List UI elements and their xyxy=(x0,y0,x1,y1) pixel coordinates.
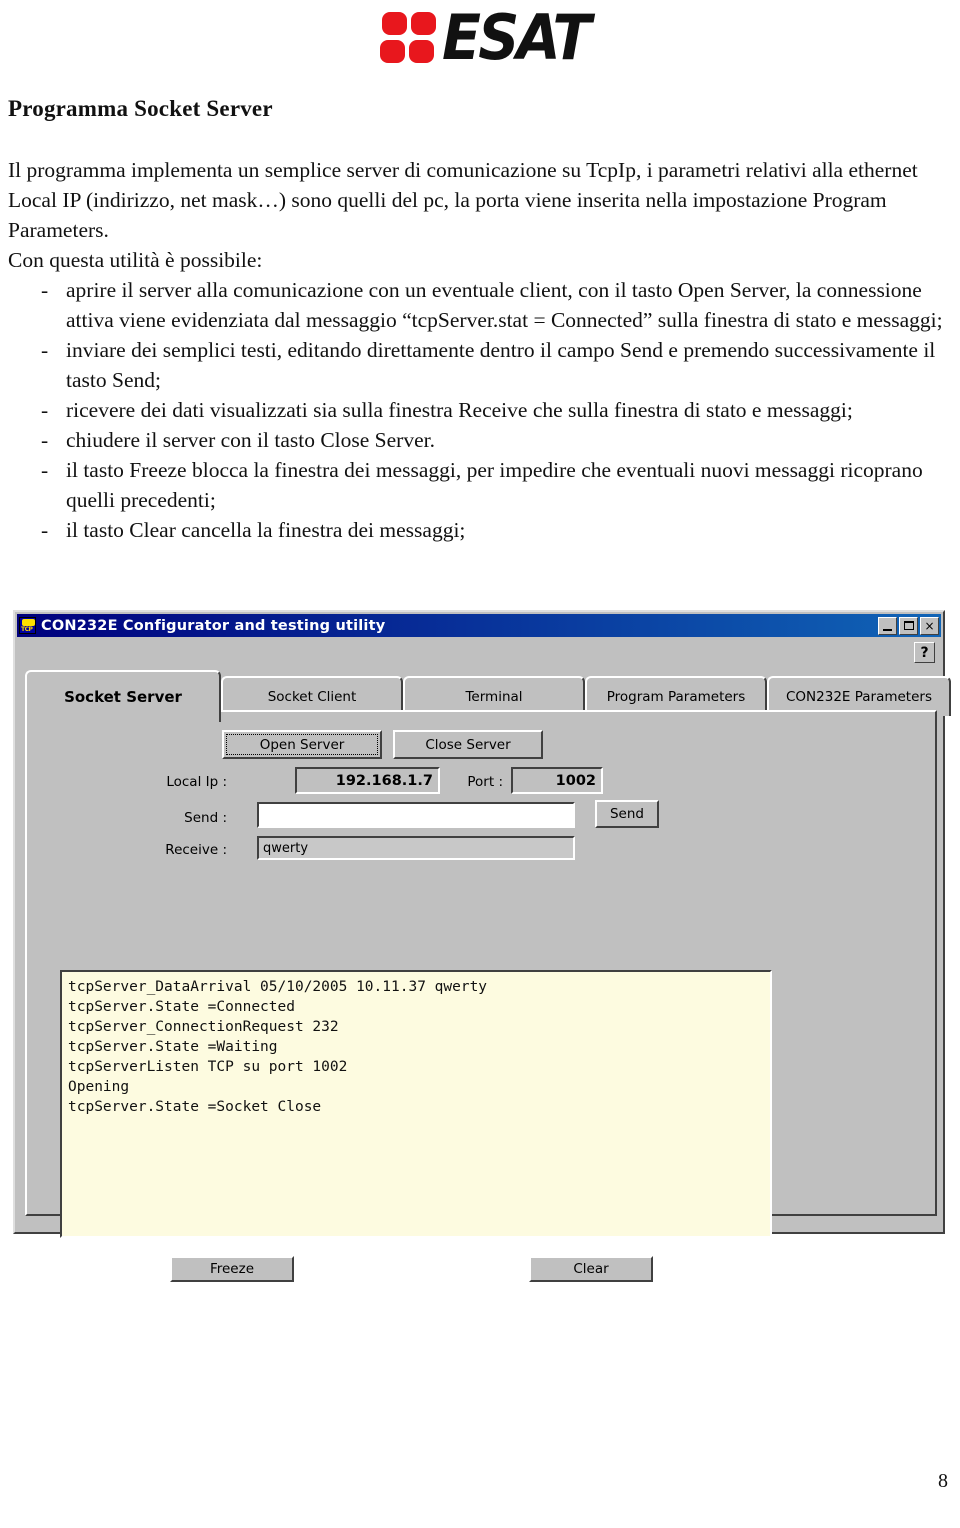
esat-logo: ESAT xyxy=(380,4,620,72)
close-server-button[interactable]: Close Server xyxy=(393,730,543,759)
list-item: - il tasto Freeze blocca la finestra dei … xyxy=(8,455,952,515)
local-ip-label: Local Ip : xyxy=(166,774,227,790)
port-label: Port : xyxy=(467,774,503,790)
intro-paragraph: Il programma implementa un semplice serv… xyxy=(8,158,918,242)
socket-server-panel: Open Server Close Server Local Ip : 192.… xyxy=(25,710,937,1282)
close-glyph: × xyxy=(924,618,935,633)
bullet-marker: - xyxy=(41,338,49,362)
window-controls: × xyxy=(878,616,939,635)
list-item: - inviare dei semplici testi, editando di… xyxy=(8,335,952,395)
maximize-button[interactable] xyxy=(899,616,918,635)
list-item: - il tasto Clear cancella la finestra dei… xyxy=(8,515,952,545)
clear-button[interactable]: Clear xyxy=(529,1256,653,1282)
open-server-button[interactable]: Open Server xyxy=(222,730,382,759)
list-item: - aprire il server alla comunicazione con… xyxy=(8,275,952,335)
page-root: ESAT Programma Socket Server Il programm… xyxy=(0,0,960,1528)
receive-label: Receive : xyxy=(165,842,227,858)
send-label: Send : xyxy=(184,810,227,826)
window-titlebar[interactable]: TCP CON232E Configurator and testing uti… xyxy=(17,614,941,637)
list-item-text: inviare dei semplici testi, editando dir… xyxy=(66,338,936,392)
list-item: - chiudere il server con il tasto Close S… xyxy=(8,425,952,455)
application-window: TCP CON232E Configurator and testing uti… xyxy=(13,610,951,1282)
logo-squares-icon xyxy=(380,12,438,64)
list-item-text: aprire il server alla comunicazione con … xyxy=(66,278,943,332)
page-number: 8 xyxy=(938,1470,948,1492)
local-ip-value: 192.168.1.7 xyxy=(295,767,440,794)
list-item-text: chiudere il server con il tasto Close Se… xyxy=(66,428,435,452)
send-input[interactable] xyxy=(257,802,575,828)
list-item-text: il tasto Freeze blocca la finestra dei m… xyxy=(66,458,923,512)
bullet-marker: - xyxy=(41,518,49,542)
freeze-button[interactable]: Freeze xyxy=(170,1256,294,1282)
bullet-marker: - xyxy=(41,458,49,482)
tcp-app-icon: TCP xyxy=(19,617,36,634)
bullet-marker: - xyxy=(41,398,49,422)
feature-list: - aprire il server alla comunicazione con… xyxy=(8,275,952,545)
send-button[interactable]: Send xyxy=(595,800,659,828)
list-item-text: il tasto Clear cancella la finestra dei … xyxy=(66,518,466,542)
window-title: CON232E Configurator and testing utility xyxy=(41,617,386,634)
minimize-button[interactable] xyxy=(878,616,897,635)
status-messages-log[interactable]: tcpServer_DataArrival 05/10/2005 10.11.3… xyxy=(60,970,772,1238)
tab-socket-server[interactable]: Socket Server xyxy=(25,670,221,722)
list-item-text: ricevere dei dati visualizzati sia sulla… xyxy=(66,398,853,422)
help-button[interactable]: ? xyxy=(914,642,935,663)
document-body: Il programma implementa un semplice serv… xyxy=(8,155,952,545)
page-title: Programma Socket Server xyxy=(8,96,273,121)
logo-wordmark: ESAT xyxy=(442,1,591,74)
port-value: 1002 xyxy=(511,767,603,794)
lead-paragraph: Con questa utilità è possibile: xyxy=(8,248,263,272)
bullet-marker: - xyxy=(41,278,49,302)
receive-field: qwerty xyxy=(257,836,575,860)
bullet-marker: - xyxy=(41,428,49,452)
close-icon[interactable]: × xyxy=(920,616,939,635)
list-item: - ricevere dei dati visualizzati sia sull… xyxy=(8,395,952,425)
tcp-app-icon-label: TCP xyxy=(21,626,33,633)
